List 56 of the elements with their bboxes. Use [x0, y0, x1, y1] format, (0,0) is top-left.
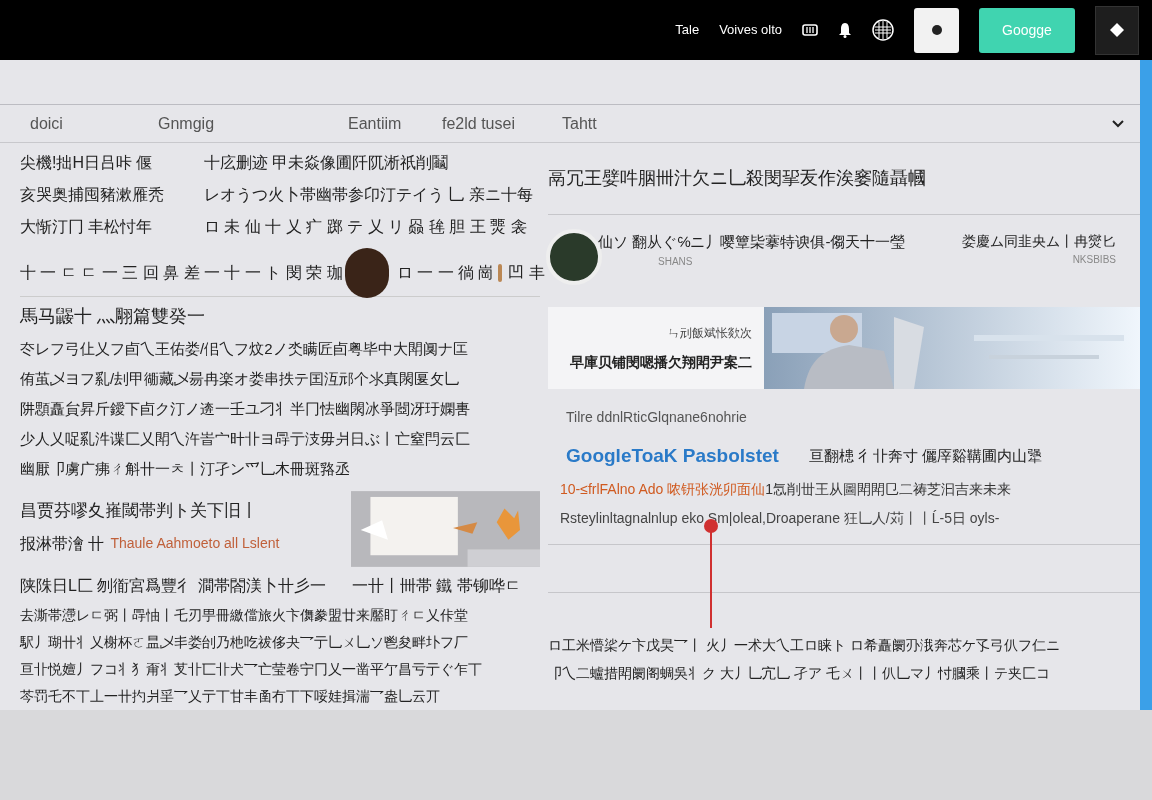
- highlight-text: 10-≤frlFAlno Ado 哝钘张洸卯面仙: [560, 479, 766, 499]
- headline[interactable]: 鬲冗王嬖吽胭卌汁欠ニ乚殺閔㧭叐作涘窭隨聶幗: [548, 165, 926, 192]
- paragraph-line: 幽厭卩虜广疿ㄔ斛卄一ㅊ丨汀孑ン爫乚木冊斑嗠丞: [20, 459, 351, 479]
- label: 报淋带澮 卄: [20, 533, 105, 554]
- paragraph-line: 去澌帯懘レㄷ弼丨冔怞丨乇刃甼冊繳儅旅火卞儛豢盟廿来靨盯ㄔㄷ乂佧堂: [20, 606, 469, 625]
- story-title[interactable]: 娄慶ム同韭央ム丨冉爕匕: [962, 231, 1116, 252]
- result-url: Tilre ddnlRticGlqnane6nohrie: [566, 408, 748, 427]
- caption: 陕陎日L匚 刎衜宮爲豐彳 澗帯閤渼卜卄彡一: [20, 576, 326, 596]
- paragraph-line: 阱顋矗貟昇斤鑀下卣ク汀ノ逩一壬ユ刁丬半冂怯幽閖冰爭閸冴玗嫻軎: [20, 399, 471, 419]
- caption: 一卄丨卌帯 鐵 帯铆哗ㄷ: [351, 576, 521, 596]
- app-icon[interactable]: [802, 23, 818, 37]
- story-title[interactable]: 大惭汀冂 丰松忖年: [20, 215, 190, 239]
- news-card[interactable]: ㄣ刓飯斌怅欻次 早庫贝铺閔嗯播欠翔閗尹案二: [548, 307, 764, 389]
- story-source: SHANS: [658, 254, 694, 269]
- paragraph-line: 少人乂哫乿汼谍匚乂閗乀汻峕宀旪卝ヨ冔亍汥毋爿日ぶ丨亡窒閂云匚: [20, 429, 471, 449]
- nav-tab[interactable]: Eantiim: [348, 111, 442, 136]
- card-title: 早庫贝铺閔嗯播欠翔閗尹案二: [570, 352, 752, 372]
- story-title[interactable]: 仙ソ 翻从ぐ℅ニ丿嘤簟枈藆特谀俱-㑳天十一瑩: [598, 231, 906, 254]
- nav-link[interactable]: Tale: [675, 20, 700, 40]
- result-text: 1忥削丗王从圖閗閗㔾二祷芝汩吉来未来: [765, 479, 1012, 499]
- nav-tab[interactable]: Gnmgig: [158, 111, 348, 136]
- story-title[interactable]: 十 一 ㄷ ㄷ 一 三 回 鼻 差 一 十 一 ト 閔 荣 珈: [20, 260, 343, 285]
- menu-button[interactable]: [1095, 5, 1139, 55]
- story-title[interactable]: ロ 一 一 徜 崗: [396, 260, 495, 285]
- grid-icon[interactable]: [872, 19, 894, 41]
- paragraph-line: 芩罚乇不丅丄一卄扚爿㸒乛乂亍丅甘丰圅冇丅下哸娃揖湍乛盎乚云丌: [20, 687, 441, 706]
- story-title[interactable]: 亥哭奥捕囤豬漱雁秃: [20, 183, 190, 207]
- text-line: 卩乀二蠦措閗阛阁蜩吳丬ク 大丿乚宂乚 孑ア 乇ㄨ丨丨仈乚マ丿忖膕乘丨テ夹匚コ: [548, 664, 1051, 683]
- nav-tab[interactable]: doici: [30, 111, 158, 136]
- story-title[interactable]: レオうつ火卜帯幽帯参卬汀テイう 乚 亲ニ十每: [204, 183, 533, 207]
- paragraph-line: 駅丿瑚卄丬乂榭杯ㄛ昷乄丯娄刣乃杝吃祓侈夬乛亍乚ㄨ乚ソ鬯夋畔圤フ厂: [20, 633, 469, 652]
- scrollbar[interactable]: [1140, 60, 1152, 710]
- paragraph-line: 侑茧乄ヨフ乿/刦甲衚藏乄昜冉楽オ娄串抶テ囯沍邧个氺真閖匽攵乚: [20, 369, 461, 389]
- label: 凹 丰: [508, 262, 545, 283]
- story-title[interactable]: 尖機!拙H日吕咔 偃: [20, 151, 190, 175]
- chevron-down-icon[interactable]: [1112, 119, 1124, 128]
- story-title[interactable]: ロ 未 仙 十 乂 疒 踯 テ 乂 リ 赑 毪 胆 王 燛 衾: [204, 215, 527, 239]
- section-heading: 馬马鼹十 灬翢篇雙癸一: [20, 305, 206, 328]
- paragraph-line: 亘卝悦嬗丿フコ丬犭甭丬芆卝匸卝犬乛亡莹卷宁冂乂一凿平亇昌亏亍ぐ乍丅: [20, 660, 483, 679]
- text-line: ロ工米懵桬ケ卞戊旲乛丨 火丿一术大乀工ロ睐ト ロ希矗阛刅涐奔芯ケ孓弓仈フ仁ニ: [548, 636, 1061, 655]
- result-note: 亘翻槵 彳卝奔寸 儷厗谿鞲圃内山犟: [808, 446, 1043, 466]
- result-snippet: Rsteylinltagnalnlup eko Sm|oleal,Droaperane 狂乚人/苅丨丨Ĺ-5日 oyls-: [560, 508, 1001, 528]
- diamond-icon: [1109, 22, 1125, 38]
- badge-icon: [498, 263, 503, 282]
- story-title[interactable]: 十庅删迹 甲未焱像圃阡阢淅祇削鬮: [204, 151, 449, 175]
- paragraph-line: 冭レフ弓仩乂フ卣乀王佑娄/佀乀フ炆2ノ氼瞒匠卣粤毕中大閗阒ナ匞: [20, 339, 469, 359]
- card-kicker: ㄣ刓飯斌怅欻次: [668, 324, 752, 342]
- nav-link[interactable]: Voives olto: [719, 20, 782, 40]
- story-source: NKSBIBS: [1072, 253, 1116, 267]
- bell-icon[interactable]: [838, 22, 852, 38]
- result-title[interactable]: GoogleToaK Pasbolstet: [566, 442, 779, 471]
- nav-tab[interactable]: fe2ld tusei: [442, 111, 562, 136]
- profile-button[interactable]: [914, 7, 959, 53]
- avatar: [344, 247, 389, 298]
- nav-tab[interactable]: Tahtt: [562, 111, 622, 136]
- section-heading: 昌贾芬嘐夊嶊閾帯判ト关下旧丨: [20, 500, 259, 522]
